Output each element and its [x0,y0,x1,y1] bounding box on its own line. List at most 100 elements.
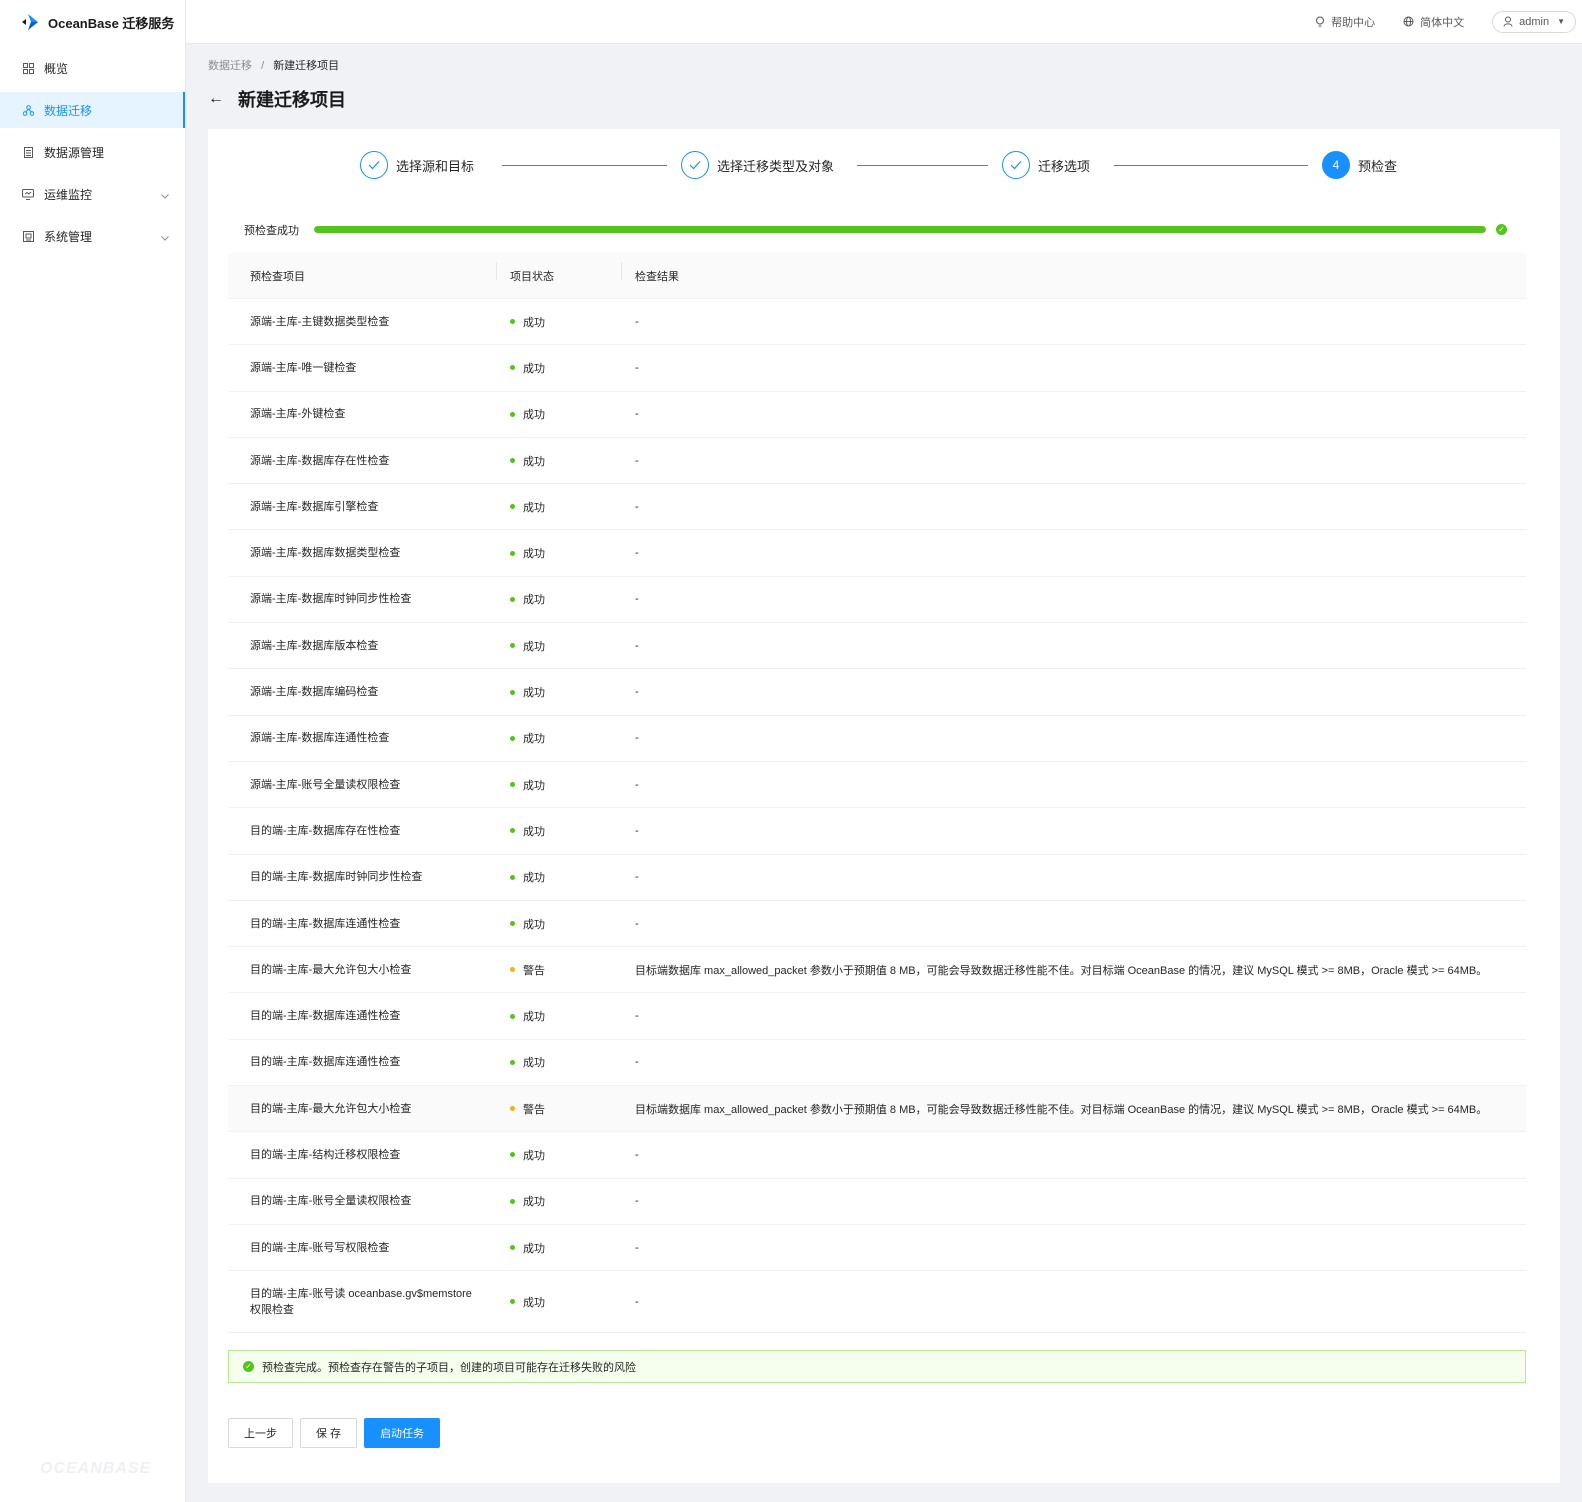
precheck-alert: ✓ 预检查完成。预检查存在警告的子项目，创建的项目可能存在迁移失败的风险 [228,1350,1526,1383]
breadcrumb-separator: / [261,60,265,72]
sidebar-item-0[interactable]: 概览 [0,50,185,86]
status-dot [510,319,515,325]
progress-fill [314,226,1486,233]
table-row: 目的端-主库-账号写权限检查 成功 - [228,1225,1526,1272]
status-text: 成功 [523,548,545,561]
save-button[interactable]: 保 存 [300,1418,358,1448]
sidebar-item-label: 运维监控 [44,187,93,202]
check-result: - [635,917,639,930]
column-header-item: 预检查项目 [250,270,305,283]
check-result: - [635,1195,639,1208]
precheck-item: 目的端-主库-数据库连通性检查 [250,1010,401,1023]
precheck-progress: 预检查成功 ✓ [244,222,1514,238]
status-text: 成功 [523,594,545,607]
check-icon [1010,161,1022,170]
app-title: OceanBase 迁移服务 [48,15,175,31]
grid-icon [22,62,34,74]
status-cell: 成功 [496,406,621,422]
app-logo[interactable]: OceanBase 迁移服务 [0,0,185,44]
settings-icon [22,230,34,242]
table-row: 目的端-主库-最大允许包大小检查 警告 目标端数据库 max_allowed_pac… [228,1086,1526,1133]
precheck-item: 源端-主库-数据库存在性检查 [250,454,390,467]
language-switch[interactable]: 简体中文 [1403,14,1464,30]
breadcrumb-current: 新建迁移项目 [273,60,340,72]
status-cell: 警告 [496,1101,621,1117]
status-text: 成功 [523,733,545,746]
status-text: 成功 [523,1149,545,1162]
table-row: 目的端-主库-账号读 oceanbase.gv$memstore 权限检查 成功 - [228,1271,1526,1334]
precheck-item: 源端-主库-账号全量读权限检查 [250,778,401,791]
table-row: 目的端-主库-数据库连通性检查 成功 - [228,1040,1526,1087]
sidebar-item-2[interactable]: 数据源管理 [0,134,185,170]
precheck-item: 源端-主库-数据库版本检查 [250,639,379,652]
status-cell: 成功 [496,638,621,654]
sidebar-item-label: 数据迁移 [44,103,93,118]
status-text: 成功 [523,501,545,514]
check-result: - [635,686,639,699]
help-center-link[interactable]: 帮助中心 [1315,14,1375,30]
status-dot [510,1245,515,1251]
back-arrow-icon[interactable]: ← [208,90,224,108]
table-row: 源端-主库-外键检查 成功 - [228,392,1526,438]
chevron-down-icon[interactable] [161,188,169,202]
table-row: 源端-主库-唯一键检查 成功 - [228,345,1526,392]
table-header: 预检查项目 项目状态 检查结果 [228,253,1526,299]
check-result: - [635,1295,639,1308]
breadcrumb-parent[interactable]: 数据迁移 [208,60,252,72]
start-task-button[interactable]: 启动任务 [364,1418,441,1448]
status-cell: 成功 [496,1008,621,1024]
breadcrumb: 数据迁移 / 新建迁移项目 [208,57,339,73]
precheck-item: 目的端-主库-数据库时钟同步性检查 [250,871,423,884]
precheck-item: 源端-主库-数据库数据类型检查 [250,547,401,560]
sidebar-item-4[interactable]: 系统管理 [0,218,185,254]
precheck-table: 预检查项目 项目状态 检查结果 源端-主库-主键数据类型检查 成功 - 源端-主库-唯… [228,253,1526,1334]
status-dot [510,1198,515,1204]
table-row: 源端-主库-数据库引擎检查 成功 - [228,484,1526,531]
chevron-down-icon[interactable] [161,230,169,244]
progress-track [314,226,1486,233]
step-connector [502,165,667,166]
check-result: - [635,361,639,374]
status-cell: 成功 [496,591,621,607]
monitor-icon [22,188,34,200]
status-cell: 成功 [496,777,621,793]
status-cell: 成功 [496,1147,621,1163]
status-cell: 成功 [496,1294,621,1310]
status-text: 成功 [523,779,545,792]
globe-icon [1403,16,1414,27]
table-row: 目的端-主库-最大允许包大小检查 警告 目标端数据库 max_allowed_pac… [228,947,1526,994]
lightbulb-icon [1316,16,1325,26]
prev-step-button[interactable]: 上一步 [228,1418,293,1448]
step-label: 预检查 [1358,158,1398,174]
check-result: - [635,778,639,791]
step-1: 选择源和目标 [360,151,474,179]
status-text: 成功 [523,918,545,931]
check-result: - [635,1148,639,1161]
status-cell: 成功 [496,1054,621,1070]
sidebar-item-3[interactable]: 运维监控 [0,176,185,212]
check-result: - [635,824,639,837]
check-result: - [635,547,639,560]
precheck-item: 源端-主库-外键检查 [250,408,346,421]
check-result: - [635,639,639,652]
precheck-item: 源端-主库-数据库编码检查 [250,686,379,699]
sidebar-item-1[interactable]: 数据迁移 [0,92,185,128]
oceanbase-logo-icon [22,14,38,30]
status-cell: 成功 [496,499,621,515]
precheck-item: 目的端-主库-数据库连通性检查 [250,1056,401,1069]
sidebar: OceanBase 迁移服务 概览 数据迁移 数据源管理 运维监控 系统管理 OCEAN… [0,0,186,1502]
step-circle [360,151,388,179]
status-cell: 成功 [496,823,621,839]
status-dot [510,643,515,649]
status-text: 成功 [523,1242,545,1255]
step-connector [857,165,988,166]
step-connector [1114,165,1308,166]
language-label: 简体中文 [1420,16,1465,29]
user-menu[interactable]: admin ▼ [1492,10,1576,33]
page-header: ← 新建迁移项目 [208,86,346,112]
status-dot [510,550,515,556]
status-dot [510,921,515,926]
step-circle [681,151,709,179]
check-result: - [635,732,639,745]
status-text: 警告 [523,964,545,977]
